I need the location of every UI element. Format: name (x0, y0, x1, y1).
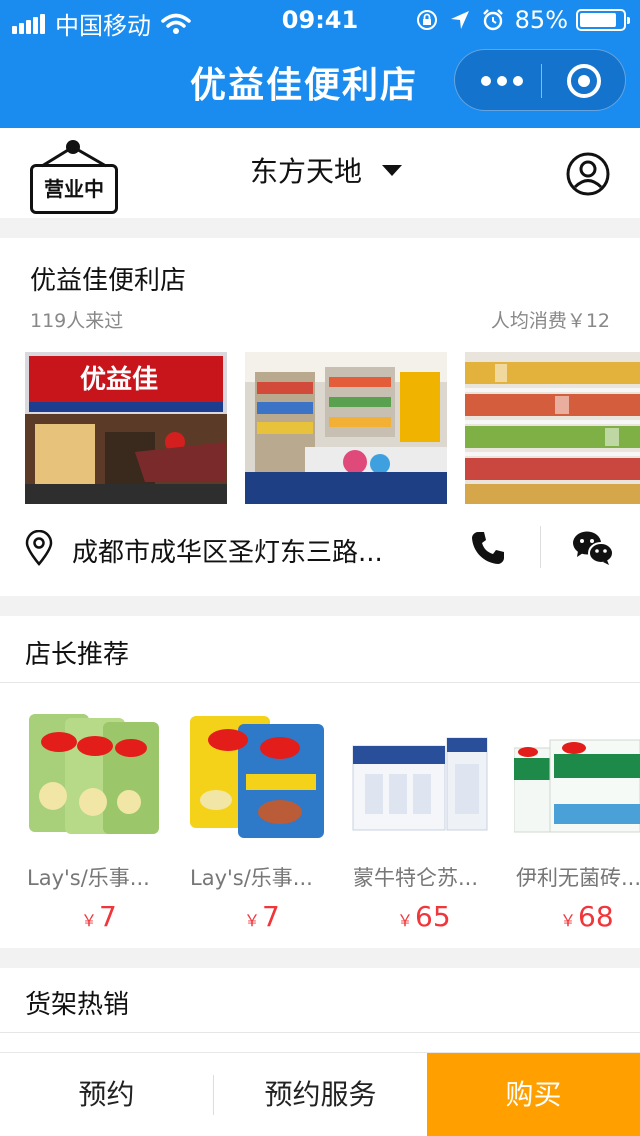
product-card[interactable]: 蒙牛特仑苏... ￥65 (351, 704, 501, 934)
location-selector[interactable]: 东方天地 (250, 150, 403, 190)
section-title: 店长推荐 (25, 640, 130, 670)
map-pin-icon (25, 530, 53, 566)
snack-shelves-photo[interactable] (465, 352, 640, 504)
product-image (514, 704, 640, 844)
mini-program-capsule (454, 49, 626, 111)
bottom-action-bar: 预约 预约服务 购买 (0, 1052, 640, 1136)
product-card[interactable]: Lay's/乐事... ￥7 (188, 704, 338, 934)
location-header: 营业中 东方天地 (0, 128, 640, 218)
more-button[interactable] (481, 76, 529, 86)
product-image (25, 704, 165, 844)
store-sign-text: 优益佳 (80, 365, 158, 395)
shop-name: 优益佳便利店 (30, 266, 187, 296)
product-name: 伊利无菌砖... (516, 866, 640, 890)
alarm-icon (482, 9, 503, 31)
product-price: ￥68 (560, 900, 614, 933)
nav-bar: 中国移动 09:41 85% 优益佳便利店 (0, 0, 640, 128)
buy-button[interactable]: 购买 (427, 1053, 640, 1136)
average-spend: 人均消费￥12 (490, 310, 610, 332)
location-label: 东方天地 (250, 155, 363, 188)
product-name: Lay's/乐事... (190, 866, 313, 890)
wechat-icon[interactable] (572, 530, 614, 566)
shop-address[interactable]: 成都市成华区圣灯东三路... (72, 532, 383, 569)
interior-shelves-photo[interactable] (245, 352, 447, 504)
section-title: 货架热销 (25, 990, 130, 1020)
shop-photo-gallery[interactable]: 优益佳 (25, 352, 640, 504)
status-bar: 中国移动 09:41 85% (0, 0, 640, 40)
visit-count: 119人来过 (30, 310, 124, 332)
phone-icon[interactable] (470, 530, 506, 566)
manager-recommend-section: 店长推荐 Lay's/乐事... ￥7 Lay's/乐事... ￥7 蒙牛特仑苏… (0, 616, 640, 948)
page-title: 优益佳便利店 (190, 65, 419, 106)
battery-icon (576, 9, 630, 31)
product-image (351, 704, 491, 844)
product-price: ￥65 (397, 900, 451, 933)
user-profile-icon[interactable] (566, 152, 610, 196)
shop-info-card: 优益佳便利店 119人来过 人均消费￥12 优益佳 成都市成华区圣灯东三路... (0, 238, 640, 596)
storefront-photo[interactable]: 优益佳 (25, 352, 227, 504)
product-image (188, 704, 328, 844)
product-price: ￥7 (244, 900, 280, 933)
location-arrow-icon (450, 11, 469, 29)
product-card[interactable]: 伊利无菌砖... ￥68 (514, 704, 640, 934)
product-name: Lay's/乐事... (27, 866, 150, 890)
open-status-label: 营业中 (30, 164, 118, 214)
caret-down-icon (382, 164, 403, 176)
address-row: 成都市成华区圣灯东三路... (0, 526, 640, 576)
product-card[interactable]: Lay's/乐事... ￥7 (25, 704, 175, 934)
open-status-sign: 营业中 (30, 140, 118, 216)
battery-percent: 85% (514, 6, 568, 34)
reserve-button[interactable]: 预约 (0, 1053, 213, 1136)
product-name: 蒙牛特仑苏... (353, 866, 479, 890)
close-mini-program-button[interactable] (567, 64, 601, 98)
product-price: ￥7 (81, 900, 117, 933)
orientation-lock-icon (416, 10, 437, 30)
reserve-service-button[interactable]: 预约服务 (214, 1053, 427, 1136)
